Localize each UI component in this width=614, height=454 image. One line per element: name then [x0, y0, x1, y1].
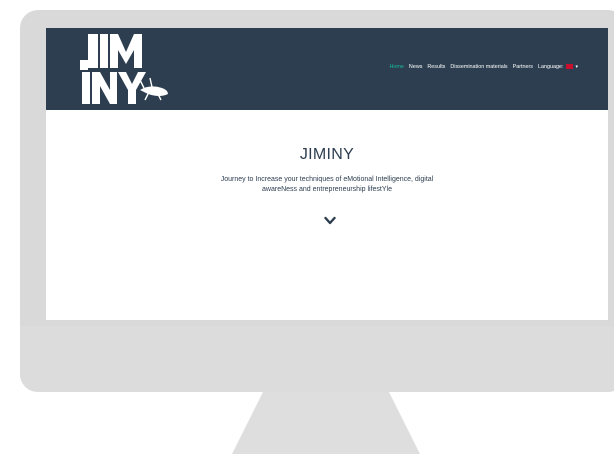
screen: Home News Results Dissemination material… — [46, 28, 608, 320]
jiminy-logo[interactable] — [78, 32, 170, 106]
chevron-down-icon[interactable] — [324, 216, 336, 226]
nav-dissemination-materials[interactable]: Dissemination materials — [450, 64, 507, 70]
nav-language[interactable]: Language: ▾ — [538, 64, 578, 70]
language-label: Language: — [538, 64, 564, 70]
caret-down-icon: ▾ — [575, 64, 578, 70]
nav-partners[interactable]: Partners — [513, 64, 533, 70]
hero-subtitle-line-2: awareNess and entrepreneurship lifestYle — [262, 185, 392, 193]
nav-results[interactable]: Results — [427, 64, 445, 70]
hero-subtitle-line-1: Journey to Increase your techniques of e… — [220, 176, 434, 183]
hero-subtitle: Journey to Increase your techniques of e… — [46, 175, 608, 194]
hero-title: JIMINY — [299, 146, 355, 163]
main-nav: Home News Results Dissemination material… — [390, 64, 578, 70]
nav-news[interactable]: News — [409, 64, 422, 70]
site-header: Home News Results Dissemination material… — [46, 28, 608, 110]
nav-home[interactable]: Home — [390, 64, 404, 70]
uk-flag-icon — [565, 64, 573, 69]
